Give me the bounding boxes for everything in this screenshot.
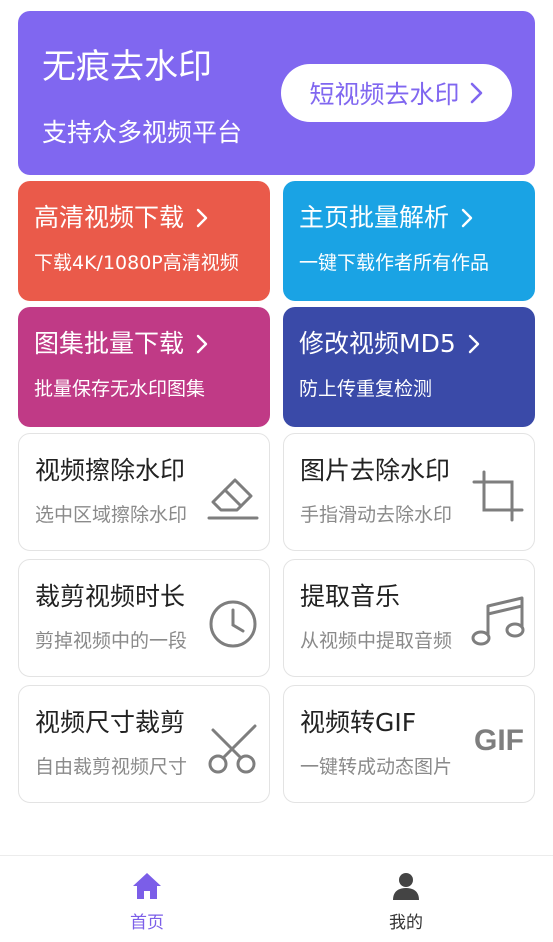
tile-title: 高清视频下载	[34, 203, 185, 232]
music-note-icon	[471, 596, 525, 646]
hero-button-label: 短视频去水印	[309, 80, 460, 109]
tile-title: 修改视频MD5	[299, 329, 456, 358]
tool-title: 提取音乐	[300, 582, 401, 611]
chevron-right-icon	[461, 208, 473, 228]
tool-title: 图片去除水印	[300, 456, 451, 485]
extract-music-card[interactable]: 提取音乐 从视频中提取音频	[283, 559, 535, 677]
home-icon	[133, 873, 161, 899]
chevron-right-icon	[470, 82, 482, 104]
tool-subtitle: 手指滑动去除水印	[300, 504, 453, 526]
chevron-right-icon	[196, 334, 208, 354]
video-size-crop-card[interactable]: 视频尺寸裁剪 自由裁剪视频尺寸	[18, 685, 270, 803]
video-to-gif-card[interactable]: 视频转GIF 一键转成动态图片 GIF	[283, 685, 535, 803]
tab-mine-label: 我的	[389, 913, 423, 933]
short-video-watermark-button[interactable]: 短视频去水印	[281, 64, 512, 122]
crop-icon	[472, 470, 524, 522]
bottom-tab-bar: 首页 我的	[0, 855, 553, 942]
tool-title: 裁剪视频时长	[35, 582, 186, 611]
clock-icon	[209, 600, 257, 648]
trim-video-duration-card[interactable]: 裁剪视频时长 剪掉视频中的一段	[18, 559, 270, 677]
hero-banner: 无痕去水印 支持众多视频平台 短视频去水印	[18, 11, 535, 175]
tool-subtitle: 选中区域擦除水印	[35, 504, 188, 526]
homepage-batch-parse-tile[interactable]: 主页批量解析 一键下载作者所有作品	[283, 181, 535, 301]
chevron-right-icon	[196, 208, 208, 228]
tool-title: 视频转GIF	[300, 708, 417, 737]
modify-video-md5-tile[interactable]: 修改视频MD5 防上传重复检测	[283, 307, 535, 427]
tool-title: 视频尺寸裁剪	[35, 708, 186, 737]
user-icon	[393, 873, 419, 900]
tab-home[interactable]: 首页	[107, 870, 187, 933]
scissors-icon	[208, 724, 257, 774]
hero-subtitle: 支持众多视频平台	[42, 118, 243, 147]
gif-icon: GIF	[474, 724, 524, 757]
eraser-icon	[207, 478, 259, 520]
tool-subtitle: 剪掉视频中的一段	[35, 630, 188, 652]
video-erase-watermark-card[interactable]: 视频擦除水印 选中区域擦除水印	[18, 433, 270, 551]
tile-title: 图集批量下载	[34, 329, 185, 358]
hero-title: 无痕去水印	[42, 47, 212, 87]
tab-mine[interactable]: 我的	[366, 870, 446, 933]
tile-subtitle: 防上传重复检测	[299, 378, 433, 400]
tool-subtitle: 自由裁剪视频尺寸	[35, 756, 188, 778]
tool-subtitle: 一键转成动态图片	[300, 756, 453, 778]
tile-subtitle: 批量保存无水印图集	[34, 378, 206, 400]
hd-video-download-tile[interactable]: 高清视频下载 下载4K/1080P高清视频	[18, 181, 270, 301]
tile-title: 主页批量解析	[299, 203, 450, 232]
tile-subtitle: 一键下载作者所有作品	[299, 252, 490, 274]
image-remove-watermark-card[interactable]: 图片去除水印 手指滑动去除水印	[283, 433, 535, 551]
gallery-batch-download-tile[interactable]: 图集批量下载 批量保存无水印图集	[18, 307, 270, 427]
chevron-right-icon	[468, 334, 479, 354]
tab-home-label: 首页	[130, 913, 164, 933]
tile-subtitle: 下载4K/1080P高清视频	[34, 252, 239, 274]
tool-title: 视频擦除水印	[35, 456, 186, 485]
tool-subtitle: 从视频中提取音频	[300, 630, 453, 652]
